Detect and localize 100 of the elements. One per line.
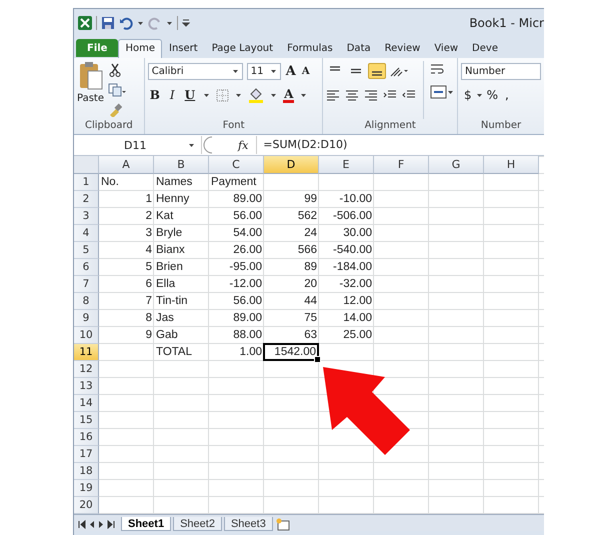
column-header[interactable]: H <box>484 156 539 174</box>
row-header[interactable]: 11 <box>74 344 99 361</box>
sheet-tab[interactable]: Sheet1 <box>121 517 172 531</box>
row-header[interactable]: 19 <box>74 480 99 497</box>
caret-icon[interactable] <box>476 92 483 98</box>
formula-field[interactable]: =SUM(D2:D10) <box>256 136 544 154</box>
caret-icon[interactable] <box>137 20 144 26</box>
row-header[interactable]: 1 <box>74 174 99 191</box>
borders-icon[interactable] <box>216 88 230 102</box>
merge-icon[interactable] <box>430 85 454 99</box>
table-cell[interactable]: -10.00 <box>319 191 374 207</box>
table-cell[interactable]: 25.00 <box>319 327 374 343</box>
table-cell[interactable]: 7 <box>99 293 154 309</box>
paste-button[interactable]: Paste <box>77 61 104 119</box>
table-cell[interactable]: 89.00 <box>209 191 264 207</box>
align-center-icon[interactable] <box>345 88 360 102</box>
table-cell[interactable]: 20 <box>264 276 319 292</box>
table-cell[interactable]: 2 <box>99 208 154 224</box>
ribbon-tab[interactable]: Data <box>340 39 378 58</box>
italic-button[interactable]: I <box>168 88 177 102</box>
table-cell[interactable]: 26.00 <box>209 242 264 258</box>
column-header[interactable]: G <box>429 156 484 174</box>
table-cell[interactable]: Tin-tin <box>154 293 209 309</box>
column-header[interactable]: A <box>99 156 154 174</box>
table-cell[interactable]: 12.00 <box>319 293 374 309</box>
column-header[interactable]: E <box>319 156 374 174</box>
insert-sheet-icon[interactable] <box>274 518 291 531</box>
first-sheet-icon[interactable] <box>78 520 86 528</box>
table-cell[interactable]: 9 <box>99 327 154 343</box>
caret-icon[interactable] <box>203 92 210 98</box>
caret-icon[interactable] <box>166 20 173 26</box>
row-header[interactable]: 6 <box>74 259 99 276</box>
table-cell[interactable]: 56.00 <box>209 293 264 309</box>
column-header[interactable]: D <box>264 156 319 174</box>
bold-button[interactable]: B <box>148 88 162 102</box>
font-color-button[interactable]: A <box>283 88 294 102</box>
fill-color-icon[interactable] <box>248 88 264 102</box>
row-header[interactable]: 17 <box>74 446 99 463</box>
ribbon-tab[interactable]: View <box>427 39 466 58</box>
table-cell[interactable]: 6 <box>99 276 154 292</box>
row-header[interactable]: 12 <box>74 361 99 378</box>
row-header[interactable]: 14 <box>74 395 99 412</box>
ribbon-tab[interactable]: Deve <box>465 39 505 58</box>
table-cell[interactable]: 3 <box>99 225 154 241</box>
number-format-button[interactable]: $ <box>461 88 475 102</box>
caret-icon[interactable] <box>235 92 242 98</box>
row-header[interactable]: 8 <box>74 293 99 310</box>
font-name-dropdown[interactable]: Calibri <box>148 62 243 80</box>
previous-sheet-icon[interactable] <box>89 520 95 528</box>
table-cell[interactable]: 56.00 <box>209 208 264 224</box>
scissors-icon[interactable] <box>108 63 122 77</box>
ribbon-tab[interactable]: Formulas <box>280 39 340 58</box>
copy-icon[interactable] <box>108 83 126 97</box>
ribbon-tab[interactable]: Insert <box>162 39 205 58</box>
row-header[interactable]: 2 <box>74 191 99 208</box>
table-cell[interactable]: Kat <box>154 208 209 224</box>
font-size-dropdown[interactable]: 11 <box>246 62 281 80</box>
ribbon-tab[interactable]: Page Layout <box>204 39 280 58</box>
table-cell[interactable]: Bryle <box>154 225 209 241</box>
ribbon-tab[interactable]: Home <box>118 39 162 58</box>
row-header[interactable]: 10 <box>74 327 99 344</box>
table-cell[interactable]: Bianx <box>154 242 209 258</box>
table-cell[interactable]: 1542.00 <box>264 344 318 360</box>
format-painter-icon[interactable] <box>108 103 122 117</box>
grow-font-button[interactable]: A <box>284 64 297 78</box>
number-format-button[interactable]: , <box>502 88 512 102</box>
row-header[interactable]: 15 <box>74 412 99 429</box>
undo-icon[interactable] <box>119 16 133 30</box>
align-right-icon[interactable] <box>364 88 378 102</box>
table-cell[interactable]: 8 <box>99 310 154 326</box>
table-cell[interactable]: -95.00 <box>209 259 264 275</box>
ribbon-tab[interactable]: Review <box>378 39 428 58</box>
table-cell[interactable]: Jas <box>154 310 209 326</box>
row-header[interactable]: 3 <box>74 208 99 225</box>
table-cell[interactable]: -506.00 <box>319 208 374 224</box>
table-cell[interactable]: 1 <box>99 191 154 207</box>
table-cell[interactable]: 63 <box>264 327 319 343</box>
row-header[interactable]: 7 <box>74 276 99 293</box>
last-sheet-icon[interactable] <box>107 520 115 528</box>
column-header[interactable]: B <box>154 156 209 174</box>
shrink-font-button[interactable]: A <box>300 66 311 76</box>
underline-button[interactable]: U <box>182 88 198 102</box>
number-format-button[interactable]: % <box>484 88 502 102</box>
table-cell[interactable]: Names <box>154 174 209 190</box>
next-sheet-icon[interactable] <box>98 520 104 528</box>
row-header[interactable]: 9 <box>74 310 99 327</box>
table-cell[interactable]: -12.00 <box>209 276 264 292</box>
table-cell[interactable]: Henny <box>154 191 209 207</box>
row-header[interactable]: 5 <box>74 242 99 259</box>
row-header[interactable]: 16 <box>74 429 99 446</box>
row-header[interactable]: 18 <box>74 463 99 480</box>
customize-icon[interactable] <box>182 18 190 28</box>
caret-icon[interactable] <box>270 92 278 98</box>
align-left-icon[interactable] <box>326 88 340 102</box>
table-cell[interactable]: 14.00 <box>319 310 374 326</box>
caret-icon[interactable] <box>188 142 195 148</box>
caret-icon[interactable] <box>270 68 277 74</box>
table-cell[interactable]: Gab <box>154 327 209 343</box>
column-header[interactable]: F <box>374 156 429 174</box>
table-cell[interactable]: 562 <box>264 208 319 224</box>
